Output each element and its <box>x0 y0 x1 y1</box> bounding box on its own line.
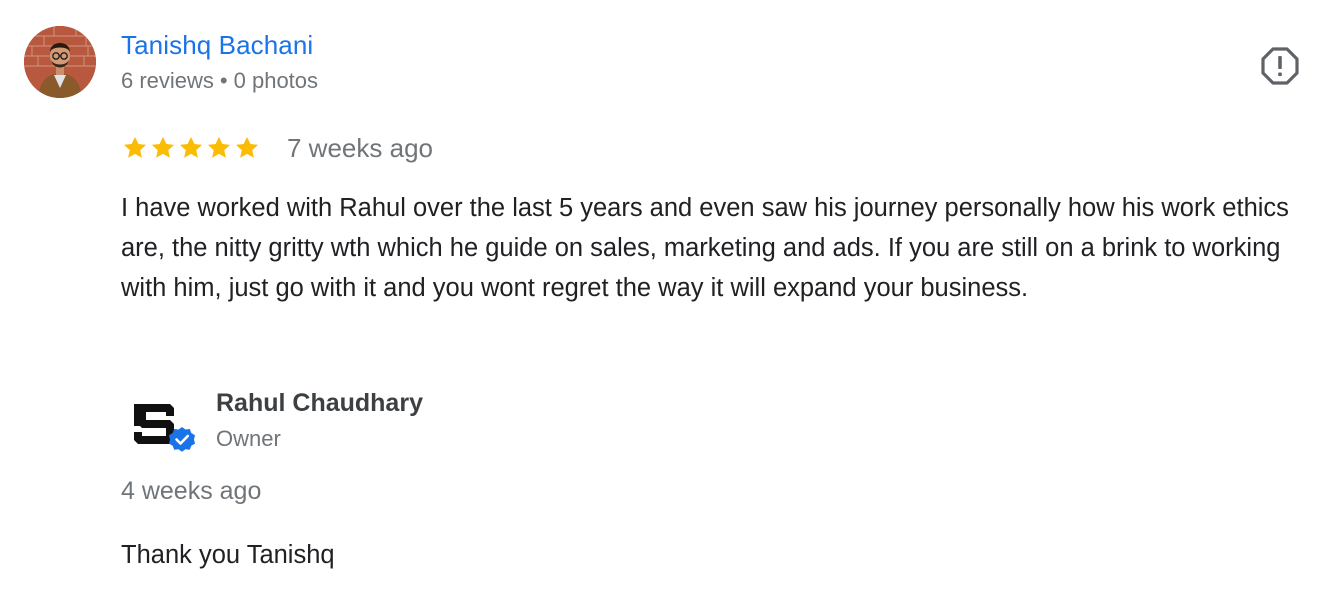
reviewer-avatar[interactable] <box>24 26 96 98</box>
business-logo-icon <box>134 404 195 452</box>
report-review-button[interactable] <box>1258 44 1302 88</box>
review-text: I have worked with Rahul over the last 5… <box>121 194 1289 302</box>
reviewer-reviews-count: 6 reviews <box>121 68 214 93</box>
reviewer-photos-count: 0 photos <box>233 68 319 93</box>
star-rating <box>121 134 261 162</box>
reviewer-name-link[interactable]: Tanishq Bachani <box>121 28 313 62</box>
report-flag-icon <box>1261 47 1299 85</box>
star-icon <box>123 136 147 158</box>
meta-separator: • <box>219 68 228 93</box>
star-icon <box>235 136 259 158</box>
rating-row: 7 weeks ago <box>121 130 433 166</box>
reply-date: 4 weeks ago <box>121 477 262 505</box>
star-icon <box>207 136 231 158</box>
review-date: 7 weeks ago <box>287 133 433 163</box>
owner-name: Rahul Chaudhary <box>216 389 423 417</box>
star-icon <box>151 136 175 158</box>
reply-text: Thank you Tanishq <box>121 541 335 569</box>
review-card: Tanishq Bachani 6 reviews • 0 photos 7 wee… <box>0 0 1328 592</box>
avatar-photo-icon <box>24 26 96 98</box>
star-icon <box>179 136 203 158</box>
owner-role-label: Owner <box>216 426 281 451</box>
owner-logo <box>130 396 202 460</box>
reviewer-meta: 6 reviews • 0 photos <box>121 66 318 96</box>
